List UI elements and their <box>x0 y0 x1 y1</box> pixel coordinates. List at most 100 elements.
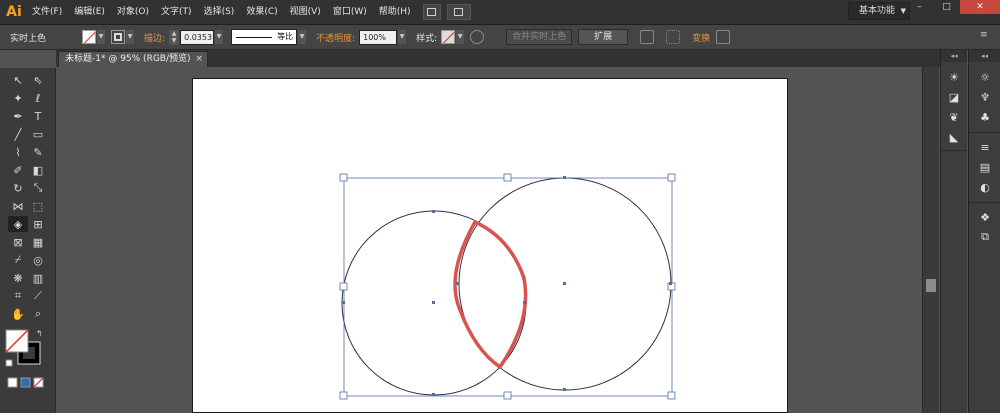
gradient-tool-icon[interactable]: ▦ <box>28 234 48 250</box>
gradient-panel-icon[interactable]: ▤ <box>977 160 993 174</box>
appearance-panel-icon[interactable]: ☼ <box>977 70 993 84</box>
tools-panel: ↖ ⇖ ✦ ℓ ✒ T ╱ ▭ ⌇ ✎ ✐ ◧ ↻ ⤡ ⋈ ⬚ ◈ ⊞ ⊠ ▦ … <box>0 68 56 413</box>
mesh-tool-icon[interactable]: ⊠ <box>8 234 28 250</box>
opacity-label[interactable]: 不透明度: <box>316 31 355 44</box>
svg-text:↰: ↰ <box>36 329 43 338</box>
menu-file[interactable]: 文件(F) <box>26 0 68 24</box>
menu-effect[interactable]: 效果(C) <box>240 0 283 24</box>
transparency-panel-icon[interactable]: ◐ <box>977 180 993 194</box>
control-bar: 实时上色 ▼ ▼ 描边: ▲ ▼ 0.0353 ▼ 等比 ▼ 不透明度: 100%… <box>0 24 1000 50</box>
zoom-tool-icon[interactable]: ⌕ <box>28 306 48 322</box>
expand-button[interactable]: 扩展 <box>578 29 629 45</box>
bridge-icon[interactable] <box>422 4 441 20</box>
menu-type[interactable]: 文字(T) <box>155 0 198 24</box>
symbol-sprayer-tool-icon[interactable]: ❋ <box>8 270 28 286</box>
menu-help[interactable]: 帮助(H) <box>373 0 417 24</box>
transform-label[interactable]: 变换 <box>692 31 710 44</box>
layers-panel-icon[interactable]: ❖ <box>977 210 993 224</box>
transform-icon[interactable] <box>716 30 731 44</box>
artboards-panel-icon[interactable]: ⧉ <box>977 230 993 244</box>
selection-tool-icon[interactable]: ↖ <box>8 72 28 88</box>
paintbrush-tool-icon[interactable]: ⌇ <box>8 144 28 160</box>
eyedropper-tool-icon[interactable]: ⌿ <box>8 252 28 268</box>
restore-button[interactable]: □ <box>933 0 960 14</box>
recolor-icon[interactable] <box>470 30 485 44</box>
panel-menu-icon[interactable]: ≡ <box>980 30 994 44</box>
style-swatch[interactable] <box>441 30 456 44</box>
stroke-width-input[interactable]: 0.0353 <box>180 29 215 45</box>
align-icon[interactable] <box>640 30 655 44</box>
menu-object[interactable]: 对象(O) <box>111 0 155 24</box>
collapse-icon[interactable]: ◂◂ <box>941 50 967 62</box>
line-tool-icon[interactable]: ╱ <box>8 126 28 142</box>
hand-tool-icon[interactable]: ✋ <box>8 306 28 322</box>
live-paint-bucket-tool-icon[interactable]: ◈ <box>8 216 28 232</box>
blob-brush-tool-icon[interactable]: ✐ <box>8 162 28 178</box>
eraser-tool-icon[interactable]: ◧ <box>28 162 48 178</box>
stroke-profile-preview[interactable]: 等比 <box>231 29 298 45</box>
workspace-switcher[interactable]: 基本功能 ▼ <box>848 2 910 20</box>
blend-tool-icon[interactable]: ◎ <box>28 252 48 268</box>
app-logo: Ai <box>6 4 22 20</box>
fill-dropdown[interactable]: ▼ <box>97 30 106 44</box>
arrange-documents-icon[interactable] <box>446 4 471 20</box>
perspective-grid-tool-icon[interactable]: ⊞ <box>28 216 48 232</box>
type-tool-icon[interactable]: T <box>28 108 48 124</box>
menu-bar: Ai 文件(F) 编辑(E) 对象(O) 文字(T) 选择(S) 效果(C) 视… <box>0 0 1000 24</box>
stroke-width-stepper[interactable]: ▲ ▼ <box>169 29 180 45</box>
style-label: 样式: <box>416 33 438 44</box>
stroke-width-dropdown[interactable]: ▼ <box>215 30 224 44</box>
panel-dock-1: ◂◂ ☀ ◪ ❦ ◣ <box>940 50 967 413</box>
width-tool-icon[interactable]: ⋈ <box>8 198 28 214</box>
window-controls: – □ ✕ <box>906 0 1000 14</box>
close-tab-icon[interactable]: × <box>195 52 203 66</box>
pencil-tool-icon[interactable]: ✎ <box>28 144 48 160</box>
opacity-dropdown[interactable]: ▼ <box>398 30 407 44</box>
slice-tool-icon[interactable]: ⟋ <box>28 288 48 304</box>
style-dropdown[interactable]: ▼ <box>456 30 465 44</box>
direct-selection-tool-icon[interactable]: ⇖ <box>28 72 48 88</box>
rotate-tool-icon[interactable]: ↻ <box>8 180 28 196</box>
document-tab-title: 未标题-1* @ 95% (RGB/预览) <box>65 54 191 64</box>
stroke-swatch[interactable] <box>111 30 126 44</box>
rectangle-tool-icon[interactable]: ▭ <box>28 126 48 142</box>
image-trace-icon[interactable]: ◪ <box>946 90 962 104</box>
pen-tool-icon[interactable]: ✒ <box>8 108 28 124</box>
stroke-profile-dropdown[interactable]: ▼ <box>298 30 307 44</box>
fill-swatch[interactable] <box>82 30 97 44</box>
stroke-panel-icon[interactable]: ≡ <box>977 140 993 154</box>
panel-menu-icon[interactable]: ◂◂ <box>969 50 1000 62</box>
stroke-profile-label: 等比 <box>277 32 294 41</box>
close-button[interactable]: ✕ <box>960 0 1000 14</box>
column-graph-tool-icon[interactable]: ▥ <box>28 270 48 286</box>
menu-view[interactable]: 视图(V) <box>284 0 327 24</box>
lasso-tool-icon[interactable]: ℓ <box>28 90 48 106</box>
graphic-styles-panel-icon[interactable]: ♣ <box>977 110 993 124</box>
opacity-input[interactable]: 100% <box>359 29 398 45</box>
menu-window[interactable]: 窗口(W) <box>327 0 373 24</box>
scale-tool-icon[interactable]: ⤡ <box>28 180 48 196</box>
document-tab-bar: 未标题-1* @ 95% (RGB/预览) × <box>56 50 940 67</box>
mode-label: 实时上色 <box>10 33 47 44</box>
swatches-panel-icon[interactable]: ❦ <box>946 110 962 124</box>
vertical-scrollbar[interactable] <box>922 67 939 413</box>
panel-dock-2: ◂◂ ☼ ♆ ♣ ≡ ▤ ◐ ❖ ⧉ <box>968 50 1000 413</box>
menu-edit[interactable]: 编辑(E) <box>68 0 111 24</box>
fill-stroke-control[interactable]: ↰ <box>4 326 48 396</box>
document-tab[interactable]: 未标题-1* @ 95% (RGB/预览) × <box>58 51 208 67</box>
color-panel-icon[interactable]: ☀ <box>946 70 962 84</box>
stroke-dropdown[interactable]: ▼ <box>126 30 135 44</box>
isolate-icon[interactable] <box>666 30 681 44</box>
minimize-button[interactable]: – <box>906 0 933 14</box>
artboard-tool-icon[interactable]: ⌗ <box>8 288 28 304</box>
scrollbar-thumb[interactable] <box>926 279 936 292</box>
merge-live-paint-button[interactable]: 合并实时上色 <box>506 29 573 45</box>
symbols-panel-icon[interactable]: ♆ <box>977 90 993 104</box>
workspace-label: 基本功能 <box>859 6 896 16</box>
menu-select[interactable]: 选择(S) <box>198 0 241 24</box>
free-transform-tool-icon[interactable]: ⬚ <box>28 198 48 214</box>
artboard[interactable] <box>192 78 788 413</box>
brushes-panel-icon[interactable]: ◣ <box>946 130 962 144</box>
stroke-label[interactable]: 描边: <box>144 31 165 44</box>
magic-wand-tool-icon[interactable]: ✦ <box>8 90 28 106</box>
